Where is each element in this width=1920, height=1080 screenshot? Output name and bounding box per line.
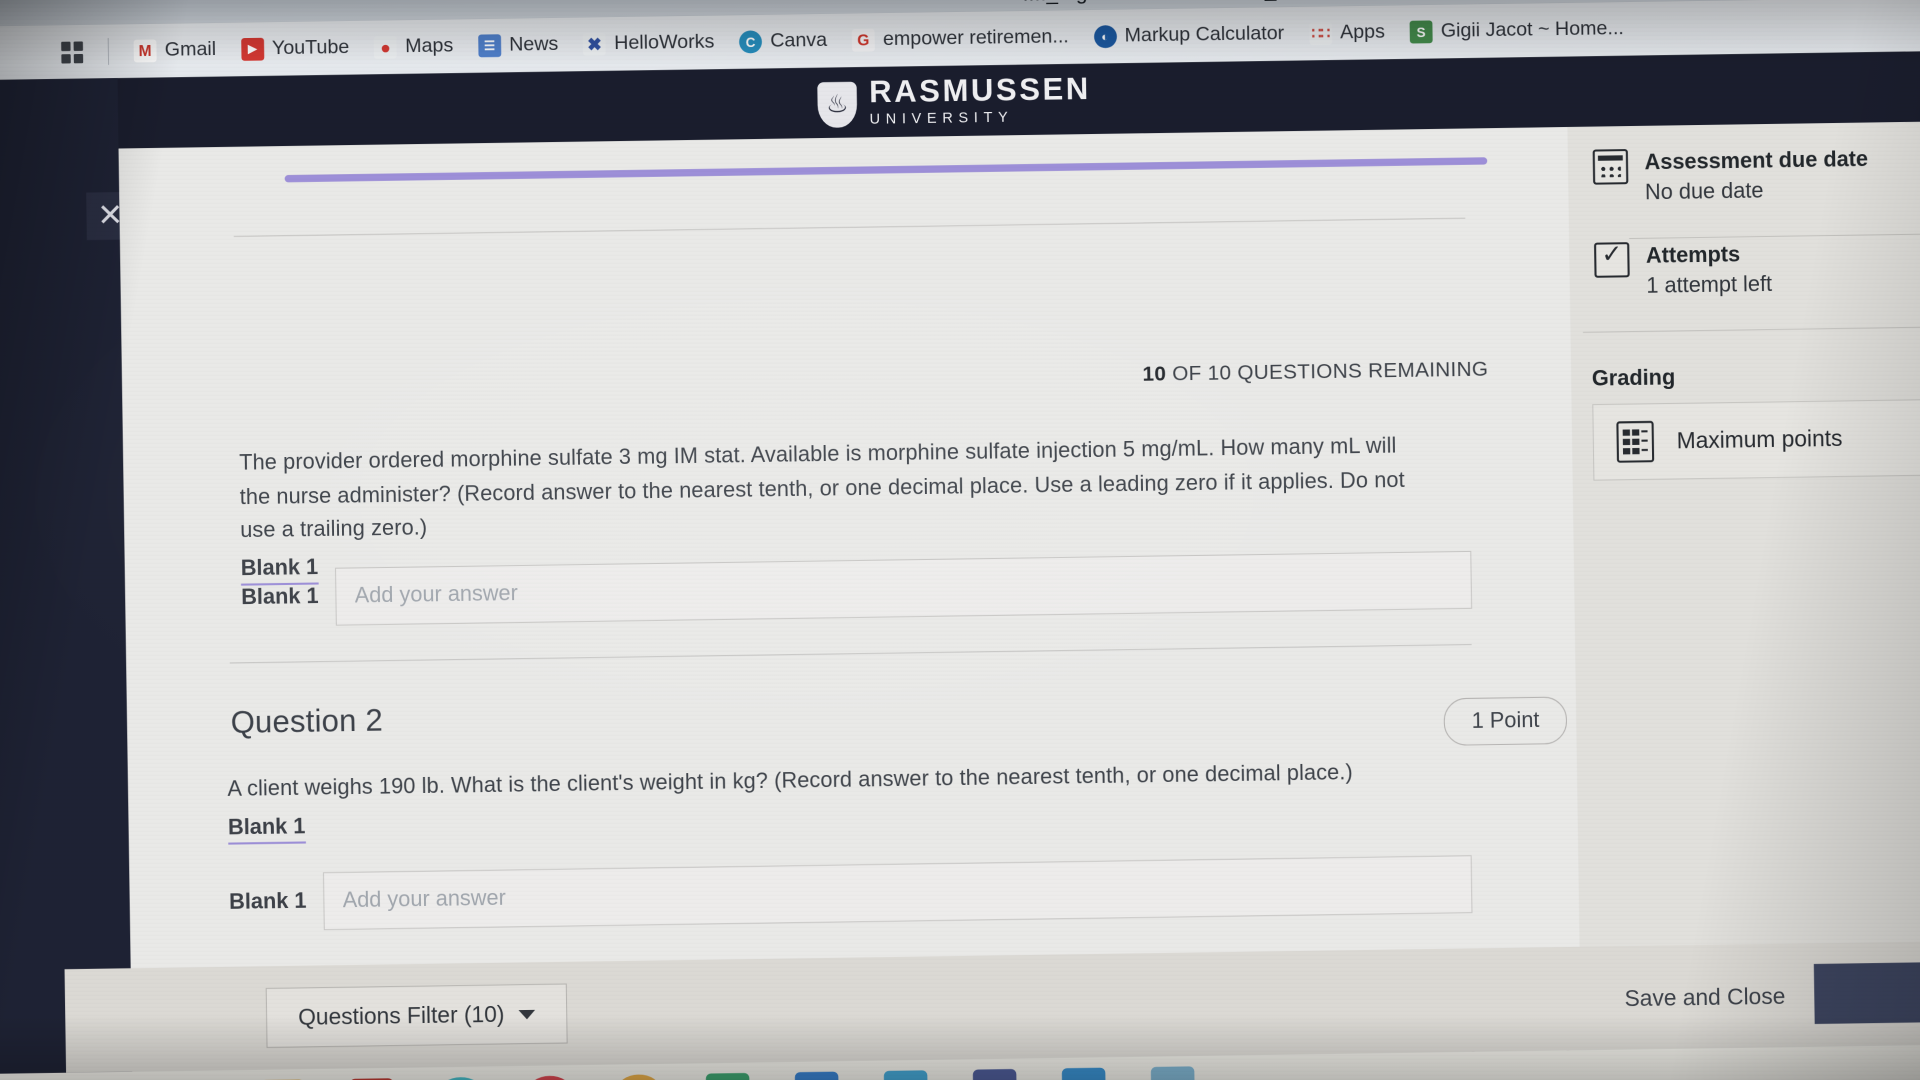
brand-name: RASMUSSEN (868, 72, 1092, 110)
photographed-screen: ...._1/grades/assessment/_16749207_1/ove… (0, 0, 1920, 1080)
due-date-value: No due date (1644, 179, 1764, 205)
questions-filter-label: Questions Filter (10) (297, 1001, 505, 1030)
google-news-icon: ☰ (477, 34, 502, 58)
bookmark-label: empower retiremen... (882, 25, 1069, 51)
chevron-down-icon (518, 1009, 536, 1019)
calendar-icon (1592, 148, 1629, 185)
bookmark-label: Apps (1339, 21, 1386, 44)
google-maps-icon: ● (373, 35, 398, 59)
flame-icon[interactable] (616, 1074, 661, 1080)
photos-icon[interactable] (1150, 1066, 1195, 1080)
bookmark-label: YouTube (271, 36, 350, 60)
question-2-title: Question 2 (230, 703, 384, 741)
markup-calculator-icon: ◐ (1093, 25, 1117, 49)
assessment-progress-track (284, 157, 1488, 183)
questions-remaining-text: OF 10 QUESTIONS REMAINING (1166, 358, 1489, 386)
maximum-points-card[interactable]: Maximum points (1592, 398, 1920, 481)
rasmussen-brand-logo: ♨ RASMUSSEN UNIVERSITY (817, 72, 1092, 131)
info-divider-2 (1582, 326, 1920, 333)
question-scroll-area[interactable]: 10 OF 10 QUESTIONS REMAINING The provide… (118, 127, 1583, 1072)
apps-grid-icon (61, 40, 84, 64)
bookmark-separator (107, 38, 110, 65)
due-date-title: Assessment due date (1644, 147, 1869, 175)
bookmark-empower-retirement[interactable]: G empower retiremen... (841, 22, 1079, 57)
question-1-divider (229, 644, 1472, 664)
question-2-blank-link[interactable]: Blank 1 (227, 814, 306, 845)
bookmark-label: Maps (405, 34, 454, 58)
browser-icon[interactable] (972, 1068, 1017, 1080)
attempts-title: Attempts (1645, 242, 1741, 268)
bookmark-label: Markup Calculator (1124, 22, 1285, 47)
google-icon: G (851, 28, 875, 52)
music-icon[interactable] (1061, 1067, 1106, 1080)
due-date-row: Assessment due date No due date (1592, 145, 1869, 209)
questions-filter-dropdown[interactable]: Questions Filter (10) (265, 983, 568, 1049)
mail-icon[interactable] (794, 1071, 839, 1080)
question-2-text: A client weighs 190 lb. What is the clie… (227, 760, 1353, 802)
rubric-grid-icon (1616, 420, 1655, 463)
bookmark-label: HelloWorks (614, 31, 715, 55)
question-2-answer-input[interactable] (322, 855, 1473, 931)
attempts-row: Attempts 1 attempt left (1594, 240, 1772, 302)
bookmark-helloworks[interactable]: ✖ HelloWorks (573, 27, 725, 60)
question-block-2: Question 2 (230, 689, 1400, 742)
home-shortcut-icon: S (1409, 20, 1433, 44)
bookmark-maps[interactable]: ● Maps (364, 31, 464, 64)
submit-button[interactable] (1813, 961, 1920, 1024)
attempts-value: 1 attempt left (1646, 272, 1773, 299)
bookmark-apps[interactable]: ∷∷ Apps (1298, 17, 1395, 49)
bookmark-news[interactable]: ☰ News (468, 29, 569, 62)
questions-remaining-status: 10 OF 10 QUESTIONS REMAINING (1142, 358, 1488, 387)
question-2-answer-label: Blank 1 (228, 889, 307, 914)
bookmark-label: Gigii Jacot ~ Home... (1440, 17, 1624, 43)
question-2-answer-row: Blank 1 (228, 855, 1473, 931)
questions-remaining-count: 10 (1142, 362, 1167, 386)
due-date-block: Assessment due date No due date (1644, 145, 1868, 208)
assessment-info-panel: Assessment due date No due date Attempts… (1567, 121, 1920, 1051)
question-1-answer-label: Blank 1 (241, 584, 319, 610)
rasmussen-shield-icon: ♨ (817, 81, 858, 128)
save-and-close-button[interactable]: Save and Close (1624, 983, 1785, 1012)
maximum-points-label: Maximum points (1676, 425, 1843, 454)
bookmark-gigii-jacot-home[interactable]: S Gigii Jacot ~ Home... (1399, 13, 1634, 48)
apps-dots-icon: ∷∷ (1308, 21, 1332, 46)
checkbox-check-icon (1594, 242, 1630, 278)
sheets-icon[interactable] (705, 1072, 750, 1080)
bookmark-label: Gmail (164, 38, 217, 61)
attempts-block: Attempts 1 attempt left (1646, 240, 1773, 302)
bookmark-gmail[interactable]: M Gmail (123, 34, 227, 67)
brand-wordmark: RASMUSSEN UNIVERSITY (868, 72, 1092, 130)
bookmark-youtube[interactable]: ▶ YouTube (230, 32, 359, 65)
record-icon[interactable] (527, 1075, 572, 1080)
bookmark-label: Canva (770, 29, 828, 52)
header-divider (233, 217, 1466, 237)
gmail-icon: M (133, 39, 157, 63)
assessment-progress-fill (284, 157, 1488, 183)
canva-icon: C (739, 30, 763, 54)
question-2-points-badge: 1 Point (1443, 696, 1568, 746)
drive-icon[interactable] (883, 1070, 928, 1080)
bookmark-label: News (508, 33, 559, 56)
bookmark-apps-grid[interactable] (51, 37, 94, 68)
question-2-body: A client weighs 190 lb. What is the clie… (227, 756, 1408, 845)
info-divider-1 (1629, 232, 1920, 240)
brand-subtitle: UNIVERSITY (869, 108, 1014, 128)
helloworks-icon: ✖ (583, 32, 607, 56)
question-1-text: The provider ordered morphine sulfate 3 … (239, 433, 1405, 543)
shield-flame-glyph: ♨ (825, 89, 849, 118)
grading-section-label: Grading (1591, 365, 1676, 391)
bookmark-markup-calculator[interactable]: ◐ Markup Calculator (1083, 18, 1295, 52)
screen-surface: ...._1/grades/assessment/_16749207_1/ove… (0, 0, 1920, 1080)
youtube-icon: ▶ (240, 37, 264, 61)
bookmark-canva[interactable]: C Canva (729, 25, 838, 58)
